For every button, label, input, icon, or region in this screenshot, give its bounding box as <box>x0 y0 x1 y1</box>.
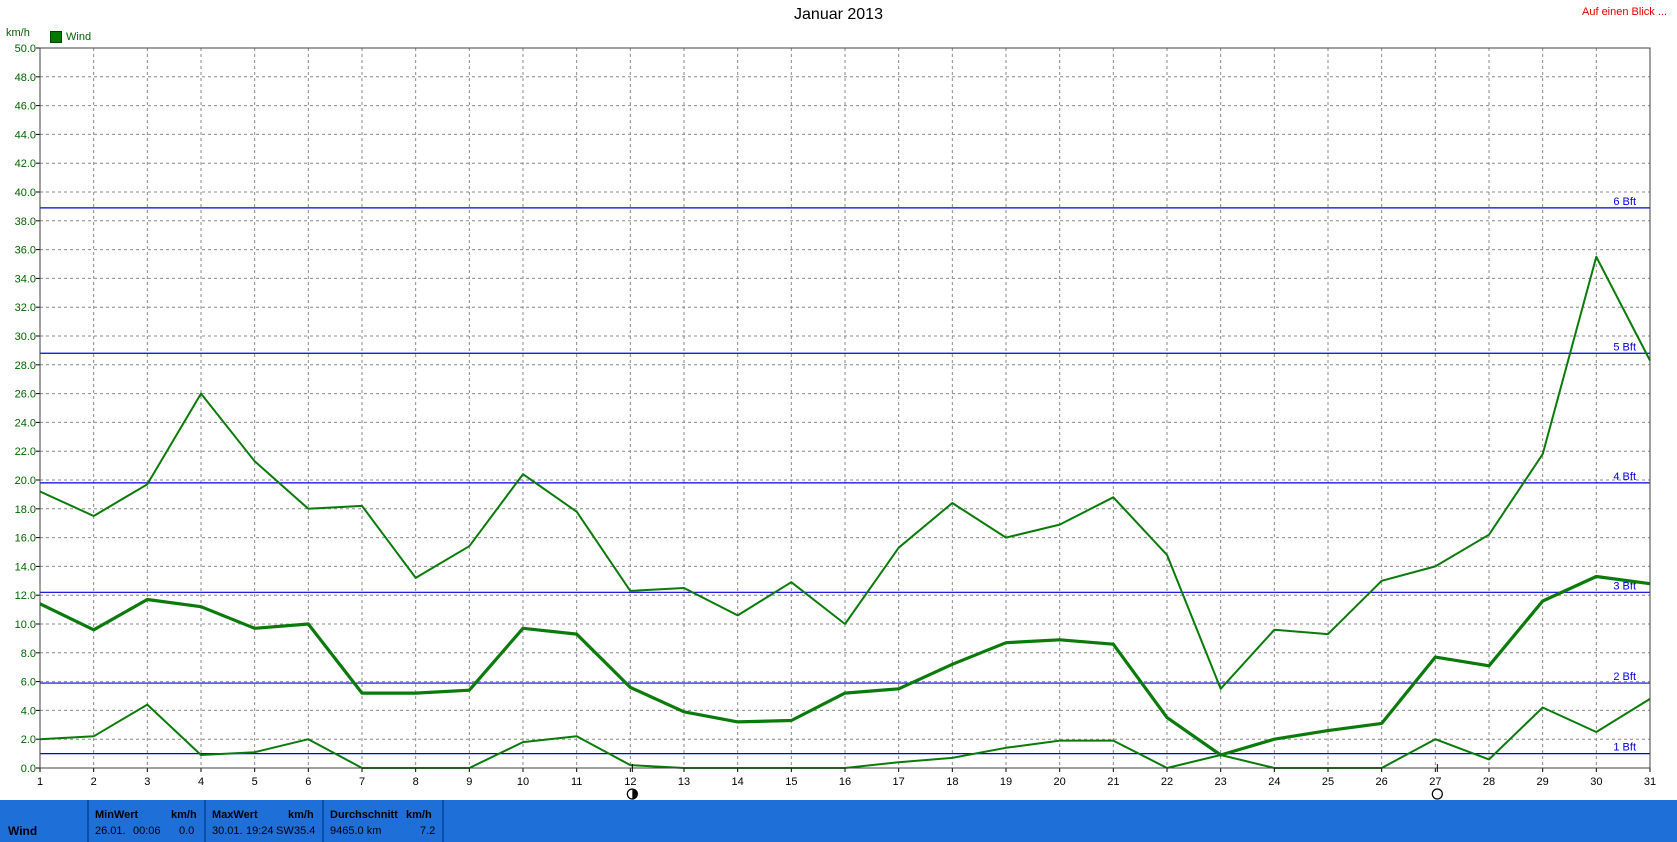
max-value: 35.4 <box>294 825 316 837</box>
x-tick-label: 6 <box>305 776 311 788</box>
max-unit: km/h <box>288 809 314 821</box>
y-tick-label: 16.0 <box>15 533 36 545</box>
y-tick-label: 14.0 <box>15 561 36 573</box>
y-tick-label: 22.0 <box>15 446 36 458</box>
min-unit: km/h <box>171 809 197 821</box>
beaufort-label: 1 Bft <box>1613 742 1636 754</box>
x-tick-label: 12 <box>624 776 636 788</box>
x-tick-label: 20 <box>1054 776 1066 788</box>
average-value-box: Durchschnitt km/h 9465.0 km 7.2 <box>322 800 444 842</box>
x-tick-label: 22 <box>1161 776 1173 788</box>
x-tick-label: 9 <box>466 776 472 788</box>
beaufort-label: 5 Bft <box>1613 341 1636 353</box>
x-tick-label: 25 <box>1322 776 1334 788</box>
x-tick-label: 30 <box>1590 776 1602 788</box>
y-tick-label: 36.0 <box>15 245 36 257</box>
x-tick-label: 3 <box>144 776 150 788</box>
moon-outline <box>1431 788 1443 800</box>
beaufort-label: 6 Bft <box>1613 196 1636 208</box>
x-tick-label: 4 <box>198 776 204 788</box>
x-tick-label: 13 <box>678 776 690 788</box>
y-tick-label: 28.0 <box>15 360 36 372</box>
x-tick-label: 24 <box>1268 776 1280 788</box>
min-time: 00:06 <box>133 825 161 837</box>
y-tick-label: 26.0 <box>15 389 36 401</box>
y-tick-label: 18.0 <box>15 504 36 516</box>
x-tick-label: 31 <box>1644 776 1656 788</box>
max-direction: SW <box>276 825 294 837</box>
x-tick-label: 2 <box>91 776 97 788</box>
y-tick-label: 42.0 <box>15 158 36 170</box>
wind-chart: 1 Bft2 Bft3 Bft4 Bft5 Bft6 Bft 0.02.04.0… <box>15 43 1656 800</box>
beaufort-label: 2 Bft <box>1613 671 1636 683</box>
x-tick-label: 11 <box>571 776 582 788</box>
y-tick-label: 12.0 <box>15 590 36 602</box>
avg-value: 7.2 <box>420 825 436 837</box>
min-date: 26.01. <box>95 825 126 837</box>
max-value-box: MaxWert km/h 30.01. 19:24 SW 35.4 <box>204 800 320 842</box>
y-tick-label: 46.0 <box>15 101 36 113</box>
avg-header: Durchschnitt <box>330 809 398 821</box>
x-tick-label: 26 <box>1376 776 1388 788</box>
y-tick-label: 38.0 <box>15 216 36 228</box>
full-moon-icon <box>1431 788 1443 800</box>
y-tick-label: 48.0 <box>15 72 36 84</box>
beaufort-label: 4 Bft <box>1613 471 1636 483</box>
y-tick-label: 20.0 <box>15 475 36 487</box>
axes: 0.0 2.0 4.0 6.0 8.0 10.0 12.0 14.0 16.0 18.0 20.0 2… <box>15 43 1656 800</box>
x-tick-label: 15 <box>785 776 797 788</box>
first-quarter-moon-icon <box>626 788 638 800</box>
max-header: MaxWert <box>212 809 258 821</box>
x-tick-label: 7 <box>359 776 365 788</box>
x-tick-label: 19 <box>1000 776 1012 788</box>
y-tick-label: 6.0 <box>21 677 36 689</box>
y-tick-label: 34.0 <box>15 273 36 285</box>
y-tick-label: 10.0 <box>15 619 36 631</box>
x-tick-label: 14 <box>732 776 744 788</box>
avg-distance: 9465.0 km <box>330 825 382 837</box>
x-tick-label: 5 <box>252 776 258 788</box>
x-tick-label: 8 <box>413 776 419 788</box>
y-tick-label: 4.0 <box>21 705 36 717</box>
x-tick-label: 23 <box>1215 776 1227 788</box>
min-header: MinWert <box>95 809 139 821</box>
x-tick-label: 29 <box>1537 776 1549 788</box>
max-time: 19:24 <box>246 825 274 837</box>
x-tick-label: 1 <box>37 776 43 788</box>
y-tick-label: 24.0 <box>15 417 36 429</box>
min-value: 0.0 <box>179 825 195 837</box>
y-tick-label: 30.0 <box>15 331 36 343</box>
x-tick-label: 21 <box>1107 776 1119 788</box>
y-tick-label: 40.0 <box>15 187 36 199</box>
max-date: 30.01. <box>212 825 243 837</box>
y-tick-label: 8.0 <box>21 648 36 660</box>
stats-bar: Wind MinWert km/h 26.01. 00:06 0.0 MaxWe… <box>0 800 1677 842</box>
y-tick-label: 44.0 <box>15 129 36 141</box>
x-tick-label: 28 <box>1483 776 1495 788</box>
y-tick-label: 0.0 <box>21 763 36 775</box>
x-tick-label: 27 <box>1429 776 1441 788</box>
avg-unit: km/h <box>406 809 432 821</box>
y-tick-label: 2.0 <box>21 734 36 746</box>
grid <box>39 47 1651 769</box>
y-tick-label: 32.0 <box>15 302 36 314</box>
x-tick-label: 17 <box>893 776 905 788</box>
x-tick-label: 16 <box>839 776 851 788</box>
y-tick-label: 50.0 <box>15 43 36 55</box>
x-tick-label: 18 <box>946 776 958 788</box>
min-value-box: MinWert km/h 26.01. 00:06 0.0 <box>87 800 203 842</box>
x-tick-label: 10 <box>517 776 529 788</box>
stats-series-name: Wind <box>8 824 38 838</box>
